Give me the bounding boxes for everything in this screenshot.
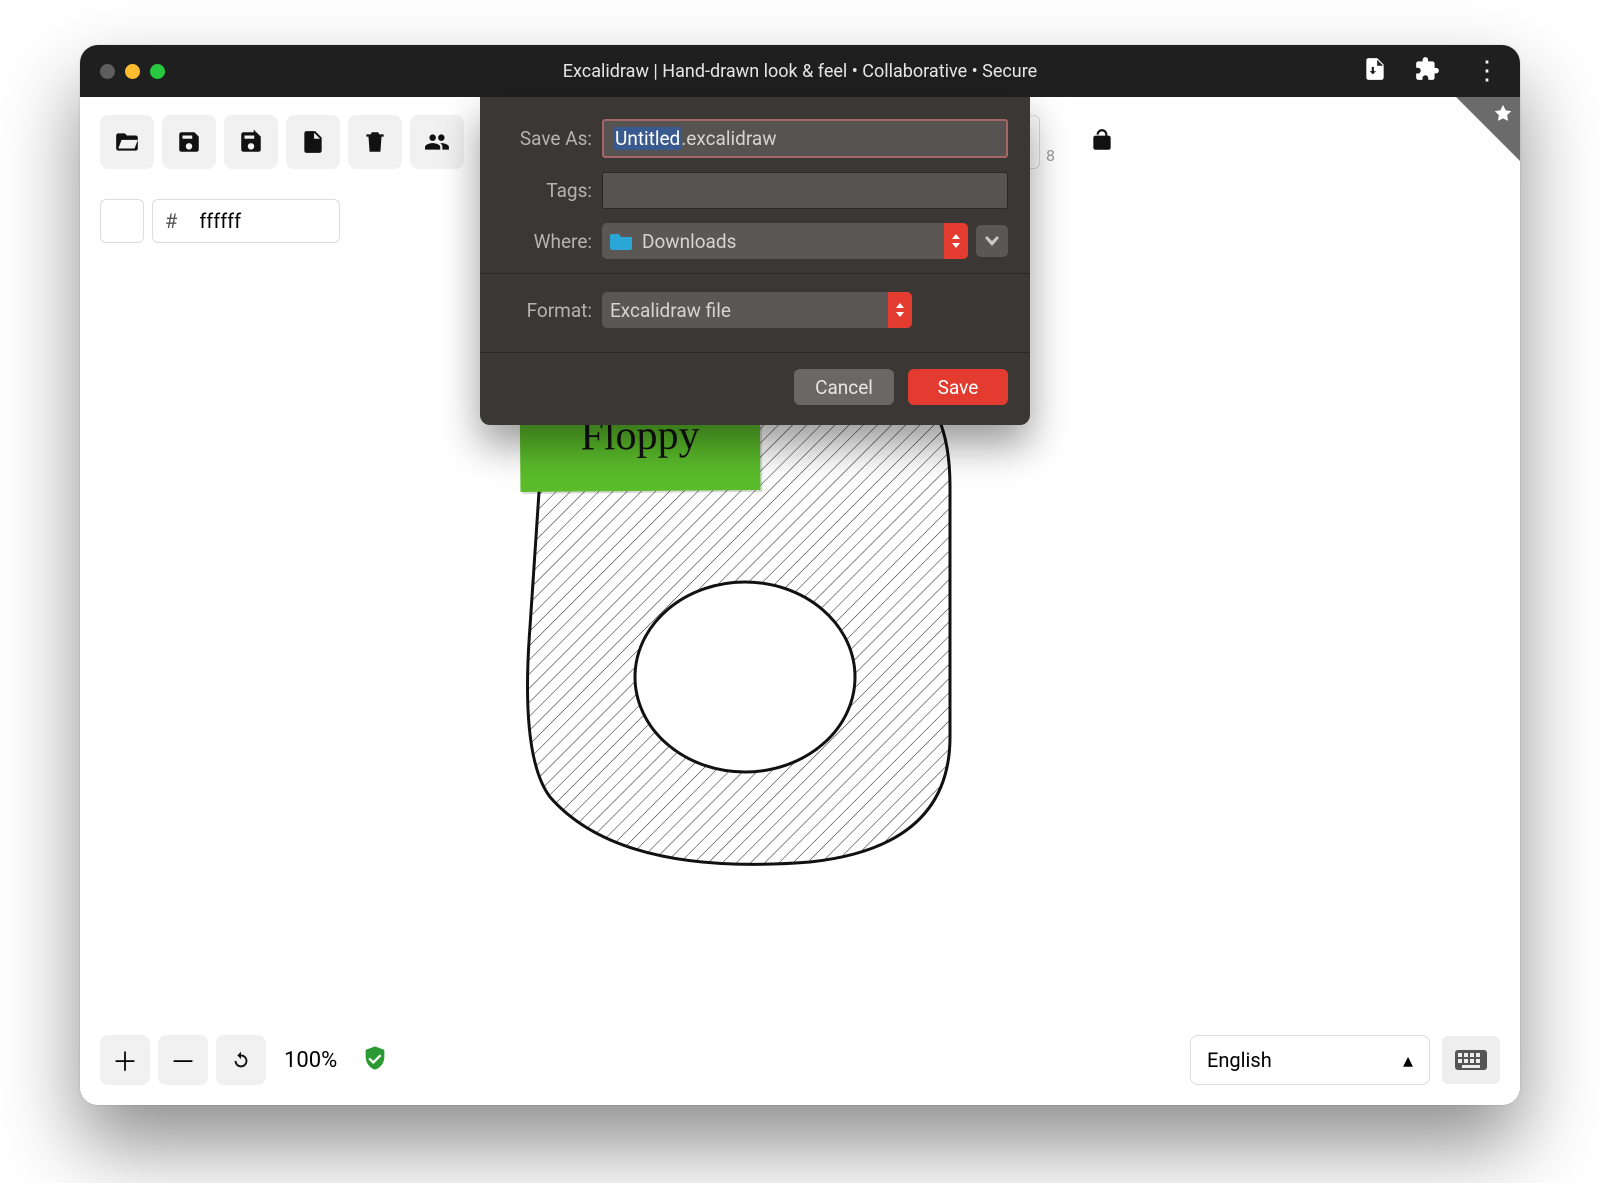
color-swatch[interactable]: [100, 199, 144, 243]
save-as-button[interactable]: [224, 115, 278, 169]
language-selected: English: [1207, 1048, 1272, 1072]
traffic-close[interactable]: [100, 64, 115, 79]
where-value: Downloads: [642, 230, 736, 253]
background-color-control: #: [100, 199, 340, 243]
zoom-reset-button[interactable]: [216, 1035, 266, 1085]
save-button[interactable]: [162, 115, 216, 169]
footer-right: English ▴: [1190, 1035, 1500, 1085]
zoom-level: 100%: [284, 1048, 337, 1073]
save-as-label: Save As:: [502, 127, 602, 150]
where-label: Where:: [502, 230, 602, 253]
dialog-footer: Cancel Save: [480, 352, 1030, 425]
traffic-minimize[interactable]: [125, 64, 140, 79]
collaborate-button[interactable]: [410, 115, 464, 169]
kebab-menu-icon[interactable]: ⋮: [1466, 58, 1508, 84]
app-content: A 8 #: [80, 97, 1520, 1105]
lock-icon[interactable]: [1089, 127, 1115, 157]
main-toolbar: [100, 115, 464, 169]
extension-icon[interactable]: [1414, 56, 1440, 87]
window-titlebar: Excalidraw | Hand-drawn look & feel • Co…: [80, 45, 1520, 97]
where-select[interactable]: Downloads: [602, 223, 968, 259]
folder-icon: [610, 232, 634, 250]
dialog-separator: [480, 273, 1030, 274]
save-dialog: Save As: Untitled.excalidraw Tags: Where…: [480, 97, 1030, 425]
zoom-in-button[interactable]: ＋: [100, 1035, 150, 1085]
window-title: Excalidraw | Hand-drawn look & feel • Co…: [80, 61, 1520, 82]
save-confirm-button[interactable]: Save: [908, 369, 1008, 405]
traffic-zoom[interactable]: [150, 64, 165, 79]
open-button[interactable]: [100, 115, 154, 169]
hex-input[interactable]: [189, 200, 339, 242]
shield-icon: [361, 1044, 389, 1076]
zoom-controls: ＋ － 100%: [100, 1035, 389, 1085]
updown-icon: [888, 292, 912, 328]
filename-base: Untitled: [614, 127, 681, 150]
text-tool-shortcut: 8: [1046, 146, 1055, 165]
trash-button[interactable]: [348, 115, 402, 169]
language-select[interactable]: English ▴: [1190, 1035, 1430, 1085]
cancel-button[interactable]: Cancel: [794, 369, 894, 405]
hash-label: #: [153, 209, 189, 233]
download-icon[interactable]: [1362, 56, 1388, 87]
tags-label: Tags:: [502, 179, 602, 202]
export-button[interactable]: [286, 115, 340, 169]
updown-icon: [944, 223, 968, 259]
library-corner[interactable]: [1456, 97, 1520, 161]
expand-button[interactable]: [976, 225, 1008, 257]
format-label: Format:: [502, 299, 602, 322]
format-select[interactable]: Excalidraw file: [602, 292, 912, 328]
traffic-lights: [100, 64, 165, 79]
zoom-out-button[interactable]: －: [158, 1035, 208, 1085]
app-window: Excalidraw | Hand-drawn look & feel • Co…: [80, 45, 1520, 1105]
filename-ext: .excalidraw: [681, 127, 776, 150]
chevron-up-icon: ▴: [1403, 1048, 1413, 1072]
tags-input[interactable]: [602, 172, 1008, 209]
save-as-input[interactable]: Untitled.excalidraw: [602, 119, 1008, 158]
keyboard-button[interactable]: [1442, 1036, 1500, 1084]
format-value: Excalidraw file: [610, 299, 731, 322]
